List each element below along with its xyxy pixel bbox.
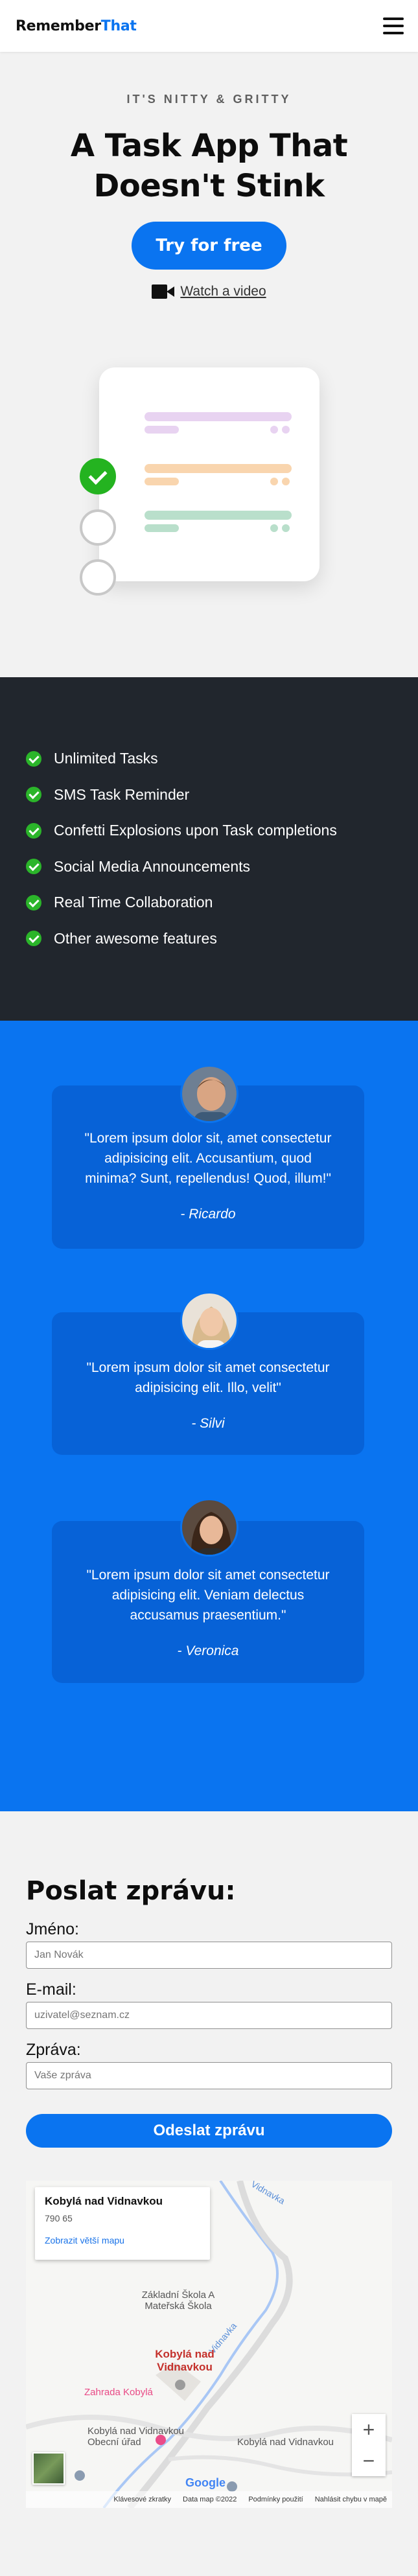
send-message-button[interactable]: Odeslat zprávu	[26, 2114, 392, 2148]
zoom-in-button[interactable]: +	[352, 2414, 386, 2445]
task-placeholder-1	[145, 410, 294, 436]
feature-item: SMS Task Reminder	[26, 777, 418, 813]
map-poi-garden[interactable]: Zahrada Kobylá	[84, 2387, 153, 2398]
task-checkbox-checked-icon	[80, 458, 116, 494]
testimonial-author: - Veronica	[177, 1643, 239, 1658]
map-info-card: Kobylá nad Vidnavkou 790 65 Zobrazit vět…	[35, 2187, 210, 2260]
video-camera-icon	[152, 284, 175, 299]
google-logo: Google	[185, 2476, 226, 2489]
hamburger-menu-icon[interactable]	[383, 17, 404, 34]
contact-form-section: Poslat zprávu: Jméno: E-mail: Zpráva: Od…	[0, 1811, 418, 2576]
form-title: Poslat zprávu:	[26, 1876, 236, 1906]
name-label: Jméno:	[26, 1920, 79, 1938]
task-checkbox-empty-icon	[80, 559, 116, 596]
satellite-toggle-button[interactable]	[32, 2452, 65, 2485]
map-place-name: Kobylá nad Vidnavkou	[45, 2195, 163, 2207]
feature-item: Social Media Announcements	[26, 849, 418, 885]
features-section: Unlimited Tasks SMS Task Reminder Confet…	[0, 677, 418, 1021]
message-label: Zpráva:	[26, 2041, 81, 2059]
testimonial-quote: "Lorem ipsum dolor sit, amet consectetur…	[84, 1131, 332, 1186]
avatar-veronica	[180, 1498, 238, 1557]
email-label: E-mail:	[26, 1980, 76, 1999]
try-for-free-button[interactable]: Try for free	[132, 222, 286, 270]
logo-text-remember: Remember	[16, 17, 101, 34]
task-placeholder-2	[145, 462, 294, 488]
check-icon	[26, 822, 41, 839]
check-icon	[26, 787, 41, 803]
testimonial-quote: "Lorem ipsum dolor sit amet consectetur …	[86, 1568, 330, 1623]
task-checkbox-empty-icon	[80, 509, 116, 546]
check-icon	[26, 894, 41, 911]
avatar-silvi	[180, 1292, 238, 1350]
feature-item: Other awesome features	[26, 921, 418, 957]
map-poi-school[interactable]: Základní Škola A Mateřská Škola	[130, 2290, 227, 2312]
hero-title: A Task App That Doesn't Stink	[0, 126, 418, 206]
larger-map-link[interactable]: Zobrazit větší mapu	[45, 2235, 200, 2245]
feature-item: Confetti Explosions upon Task completion…	[26, 813, 418, 849]
check-icon	[26, 859, 41, 875]
task-placeholder-3	[145, 509, 294, 535]
map-keyboard-shortcuts-link[interactable]: Klávesové zkratky	[113, 2496, 171, 2503]
watch-video-link[interactable]: Watch a video	[0, 284, 418, 299]
testimonial-quote: "Lorem ipsum dolor sit amet consectetur …	[86, 1360, 330, 1395]
map-poi-office-2[interactable]: Kobylá nad Vidnavkou	[237, 2437, 334, 2448]
watch-video-label: Watch a video	[180, 284, 266, 299]
logo[interactable]: RememberThat	[16, 18, 137, 34]
site-header: RememberThat	[0, 0, 418, 52]
feature-item: Unlimited Tasks	[26, 741, 418, 777]
hero-title-line1: A Task App That	[70, 128, 348, 164]
zoom-out-button[interactable]: −	[352, 2445, 386, 2476]
feature-item: Real Time Collaboration	[26, 885, 418, 921]
testimonial-author: - Ricardo	[180, 1207, 236, 1222]
message-input[interactable]	[26, 2062, 392, 2089]
map-report-error-link[interactable]: Nahlásit chybu v mapě	[315, 2496, 387, 2503]
testimonial-author: - Silvi	[191, 1416, 225, 1431]
map-poi-village[interactable]: Kobylá nad Vidnavkou	[149, 2348, 220, 2374]
map-zoom-controls: + −	[352, 2414, 386, 2476]
check-icon	[26, 931, 41, 947]
map-terms-link[interactable]: Podmínky použití	[248, 2496, 303, 2503]
avatar-ricardo	[180, 1065, 238, 1123]
embedded-map[interactable]: Kobylá nad Vidnavkou 790 65 Zobrazit vět…	[26, 2181, 392, 2508]
map-place-zip: 790 65	[45, 2213, 73, 2223]
name-input[interactable]	[26, 1942, 392, 1969]
map-footer: Klávesové zkratky Data map ©2022 Podmínk…	[26, 2491, 392, 2508]
hero-tagline: IT'S NITTY & GRITTY	[126, 93, 292, 106]
email-input[interactable]	[26, 2002, 392, 2029]
hero-section: IT'S NITTY & GRITTY A Task App That Does…	[0, 52, 418, 677]
task-illustration-card	[99, 367, 319, 581]
hero-title-line2: Doesn't Stink	[93, 168, 325, 204]
logo-text-that: That	[100, 17, 137, 34]
map-data-copyright: Data map ©2022	[183, 2496, 237, 2503]
testimonials-section: "Lorem ipsum dolor sit, amet consectetur…	[0, 1021, 418, 1811]
map-poi-office[interactable]: Kobylá nad Vidnavkou Obecní úřad	[87, 2426, 191, 2448]
check-icon	[26, 750, 41, 767]
